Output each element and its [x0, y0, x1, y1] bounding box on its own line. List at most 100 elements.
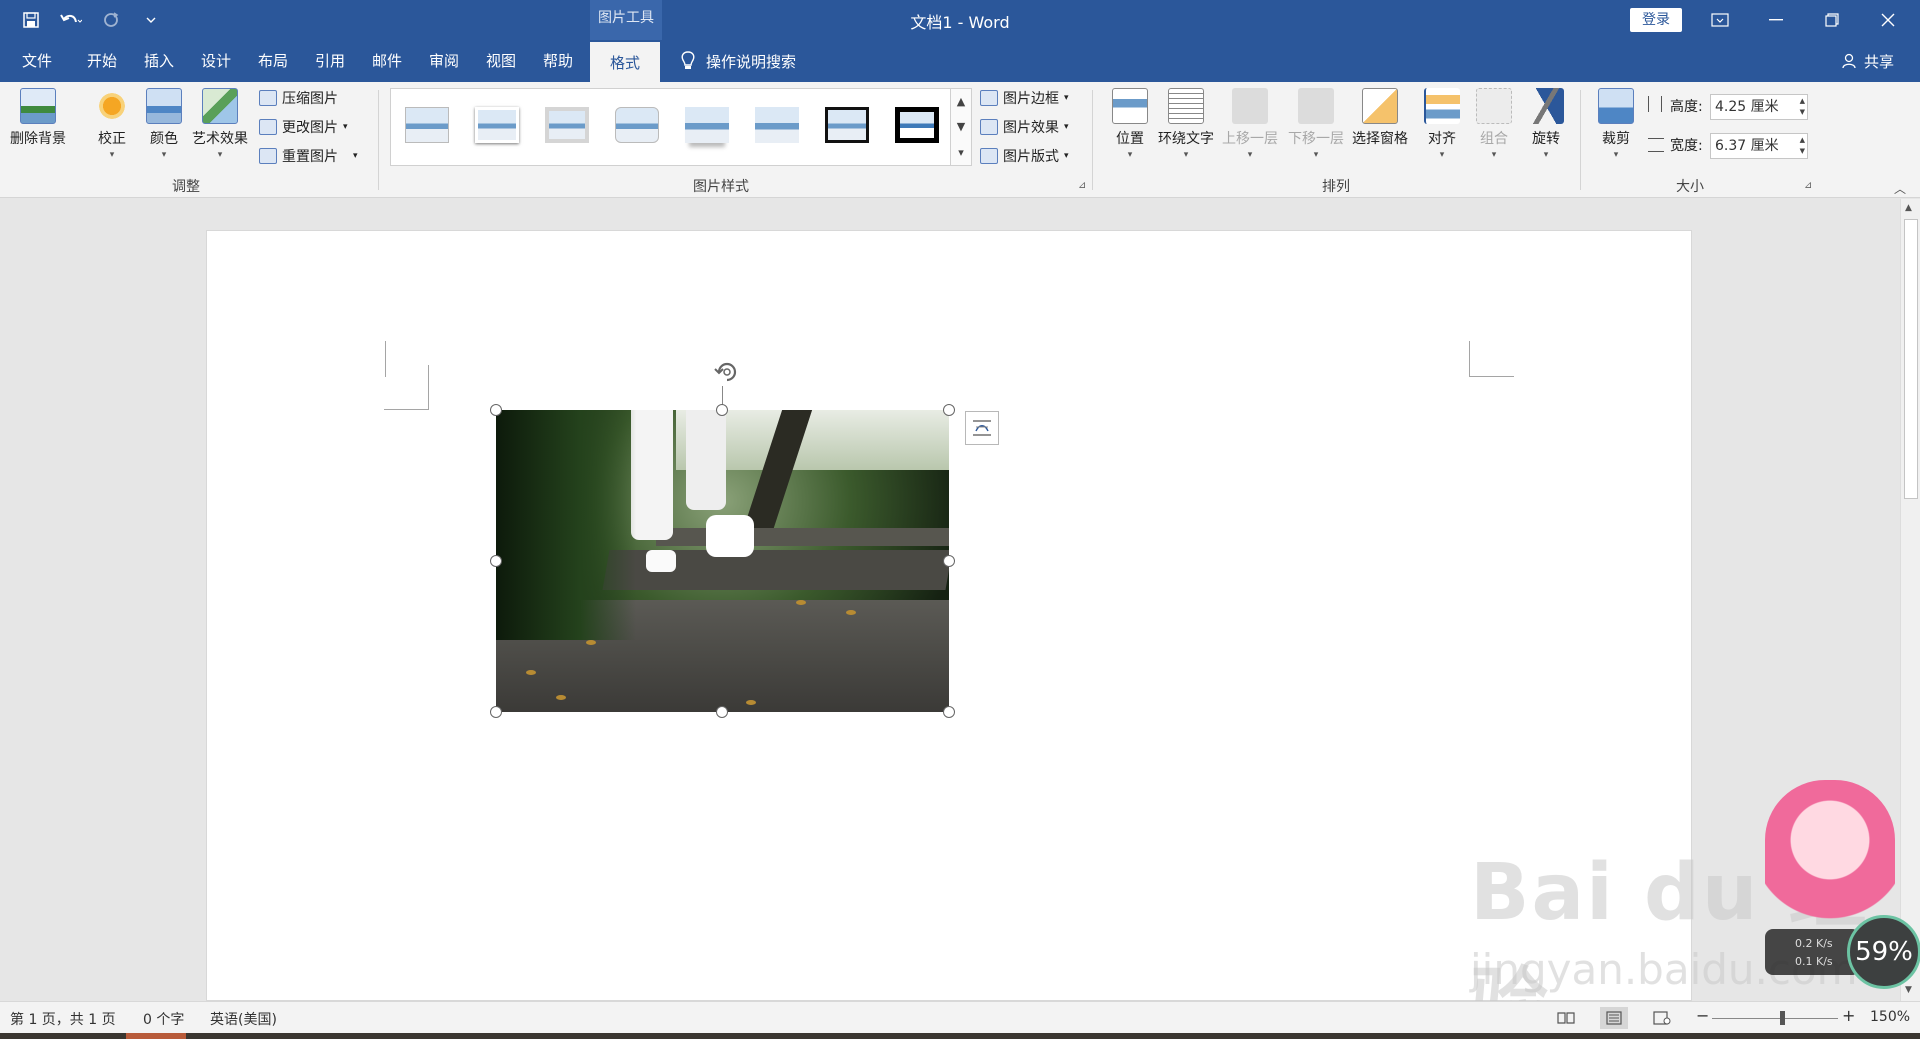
restore-icon[interactable]	[1804, 0, 1860, 40]
compress-icon	[259, 90, 277, 106]
zoom-out-button[interactable]: −	[1696, 1006, 1709, 1025]
chevron-down-icon: ▾	[1247, 150, 1253, 160]
picture-leaf	[586, 640, 596, 645]
send-backward-label: 下移一层	[1288, 131, 1344, 147]
picture-layout-button[interactable]: 图片版式 ▾	[980, 144, 1069, 168]
close-icon[interactable]	[1860, 0, 1916, 40]
word-count[interactable]: 0 个字	[143, 1009, 184, 1029]
tab-design[interactable]: 设计	[201, 40, 231, 82]
picture-style-thumb[interactable]	[755, 107, 799, 143]
spinner-icon[interactable]: ▲ ▼	[1800, 96, 1805, 118]
tab-layout[interactable]: 布局	[258, 40, 288, 82]
group-button[interactable]: 组合 ▾	[1476, 88, 1512, 160]
tab-format[interactable]: 格式	[590, 40, 661, 82]
rotate-button[interactable]: 旋转 ▾	[1528, 88, 1564, 160]
crop-button[interactable]: 裁剪 ▾	[1598, 88, 1634, 160]
width-value: 6.37 厘米	[1715, 138, 1779, 154]
ribbon-display-options-icon[interactable]	[1692, 0, 1748, 40]
ribbon: 删除背景 校正 ▾ 颜色 ▾ 艺术效果 ▾ 压缩图片 更改图片 ▾ 重置图片 ▾…	[0, 82, 1920, 198]
resize-handle[interactable]	[490, 706, 502, 718]
tab-help[interactable]: 帮助	[543, 40, 573, 82]
picture-step	[656, 528, 949, 546]
rotate-handle-icon[interactable]	[711, 356, 743, 394]
zoom-slider[interactable]	[1712, 1018, 1838, 1019]
picture-style-thumb[interactable]	[825, 107, 869, 143]
resize-handle[interactable]	[490, 555, 502, 567]
resize-handle[interactable]	[943, 706, 955, 718]
tab-mailings[interactable]: 邮件	[372, 40, 402, 82]
wrap-text-button[interactable]: 环绕文字 ▾	[1158, 88, 1214, 160]
remove-background-button[interactable]: 删除背景	[10, 88, 66, 148]
picture-style-thumb[interactable]	[475, 107, 519, 143]
picture-style-thumb[interactable]	[405, 107, 449, 143]
rotate-icon	[1528, 88, 1564, 124]
bring-forward-button[interactable]: 上移一层 ▾	[1222, 88, 1278, 160]
chevron-down-icon: ▾	[1613, 150, 1619, 160]
artistic-effects-icon	[202, 88, 238, 124]
send-backward-icon	[1298, 88, 1334, 124]
selection-pane-button[interactable]: 选择窗格	[1352, 88, 1408, 148]
picture-style-thumb[interactable]	[545, 107, 589, 143]
resize-handle[interactable]	[943, 404, 955, 416]
picture-effects-button[interactable]: 图片效果 ▾	[980, 115, 1069, 139]
compress-pictures-button[interactable]: 压缩图片	[259, 86, 338, 110]
picture-border-button[interactable]: 图片边框 ▾	[980, 86, 1069, 110]
scrollbar-thumb[interactable]	[1904, 219, 1918, 499]
color-icon	[146, 88, 182, 124]
change-picture-icon	[259, 119, 277, 135]
gallery-more-icon[interactable]: ▾	[958, 146, 964, 159]
ribbon-tab-bar: 文件 开始 插入 设计 布局 引用 邮件 审阅 视图 帮助 格式 操作说明搜索 …	[0, 40, 1920, 82]
reset-picture-button[interactable]: 重置图片 ▾	[259, 144, 358, 168]
collapse-ribbon-icon[interactable]: ︿	[1894, 180, 1906, 197]
print-layout-icon[interactable]	[1600, 1007, 1628, 1029]
zoom-level[interactable]: 150%	[1870, 1009, 1910, 1025]
read-mode-icon[interactable]	[1552, 1007, 1580, 1029]
color-button[interactable]: 颜色 ▾	[146, 88, 182, 160]
width-input[interactable]: 6.37 厘米 ▲ ▼	[1710, 133, 1808, 159]
chevron-down-icon: ▾	[1183, 150, 1189, 160]
chevron-down-icon[interactable]: ▼	[957, 120, 965, 133]
height-input[interactable]: 4.25 厘米 ▲ ▼	[1710, 94, 1808, 120]
minimize-icon[interactable]	[1748, 0, 1804, 40]
web-layout-icon[interactable]	[1648, 1007, 1676, 1029]
tab-insert[interactable]: 插入	[144, 40, 174, 82]
resize-handle[interactable]	[490, 404, 502, 416]
dialog-launcher-icon[interactable]: ⊿	[1078, 180, 1086, 191]
resize-handle[interactable]	[716, 404, 728, 416]
picture-style-thumb[interactable]	[895, 107, 939, 143]
spinner-icon[interactable]: ▲ ▼	[1800, 135, 1805, 157]
send-backward-button[interactable]: 下移一层 ▾	[1288, 88, 1344, 160]
tab-view[interactable]: 视图	[486, 40, 516, 82]
share-button[interactable]: 共享	[1842, 40, 1894, 82]
selected-picture[interactable]	[496, 410, 949, 712]
layout-options-button[interactable]	[965, 411, 999, 445]
chevron-up-icon[interactable]: ▲	[957, 95, 965, 108]
picture-border-label: 图片边框	[1003, 91, 1059, 107]
chevron-down-icon: ▾	[109, 150, 115, 160]
corrections-button[interactable]: 校正 ▾	[94, 88, 130, 160]
zoom-slider-thumb[interactable]	[1780, 1011, 1785, 1025]
tab-references[interactable]: 引用	[315, 40, 345, 82]
picture-effects-label: 图片效果	[1003, 120, 1059, 136]
resize-handle[interactable]	[943, 555, 955, 567]
language-indicator[interactable]: 英语(美国)	[210, 1009, 277, 1029]
scroll-up-icon[interactable]: ▲	[1905, 203, 1912, 213]
zoom-in-button[interactable]: +	[1842, 1006, 1855, 1025]
remove-background-icon	[20, 88, 56, 124]
tab-review[interactable]: 审阅	[429, 40, 459, 82]
position-button[interactable]: 位置 ▾	[1112, 88, 1148, 160]
change-picture-button[interactable]: 更改图片 ▾	[259, 115, 348, 139]
tab-file[interactable]: 文件	[22, 40, 52, 82]
picture-leaf	[526, 670, 536, 675]
tell-me-search[interactable]: 操作说明搜索	[680, 40, 796, 82]
picture-style-thumb[interactable]	[685, 107, 729, 143]
login-button[interactable]: 登录	[1630, 8, 1682, 32]
picture-style-thumb[interactable]	[615, 107, 659, 143]
align-button[interactable]: 对齐 ▾	[1424, 88, 1460, 160]
page-count[interactable]: 第 1 页，共 1 页	[10, 1009, 116, 1029]
dialog-launcher-icon[interactable]: ⊿	[1804, 180, 1812, 191]
artistic-effects-button[interactable]: 艺术效果 ▾	[192, 88, 248, 160]
resize-handle[interactable]	[716, 706, 728, 718]
tab-home[interactable]: 开始	[87, 40, 117, 82]
gallery-scroll[interactable]: ▲ ▼ ▾	[950, 88, 972, 166]
